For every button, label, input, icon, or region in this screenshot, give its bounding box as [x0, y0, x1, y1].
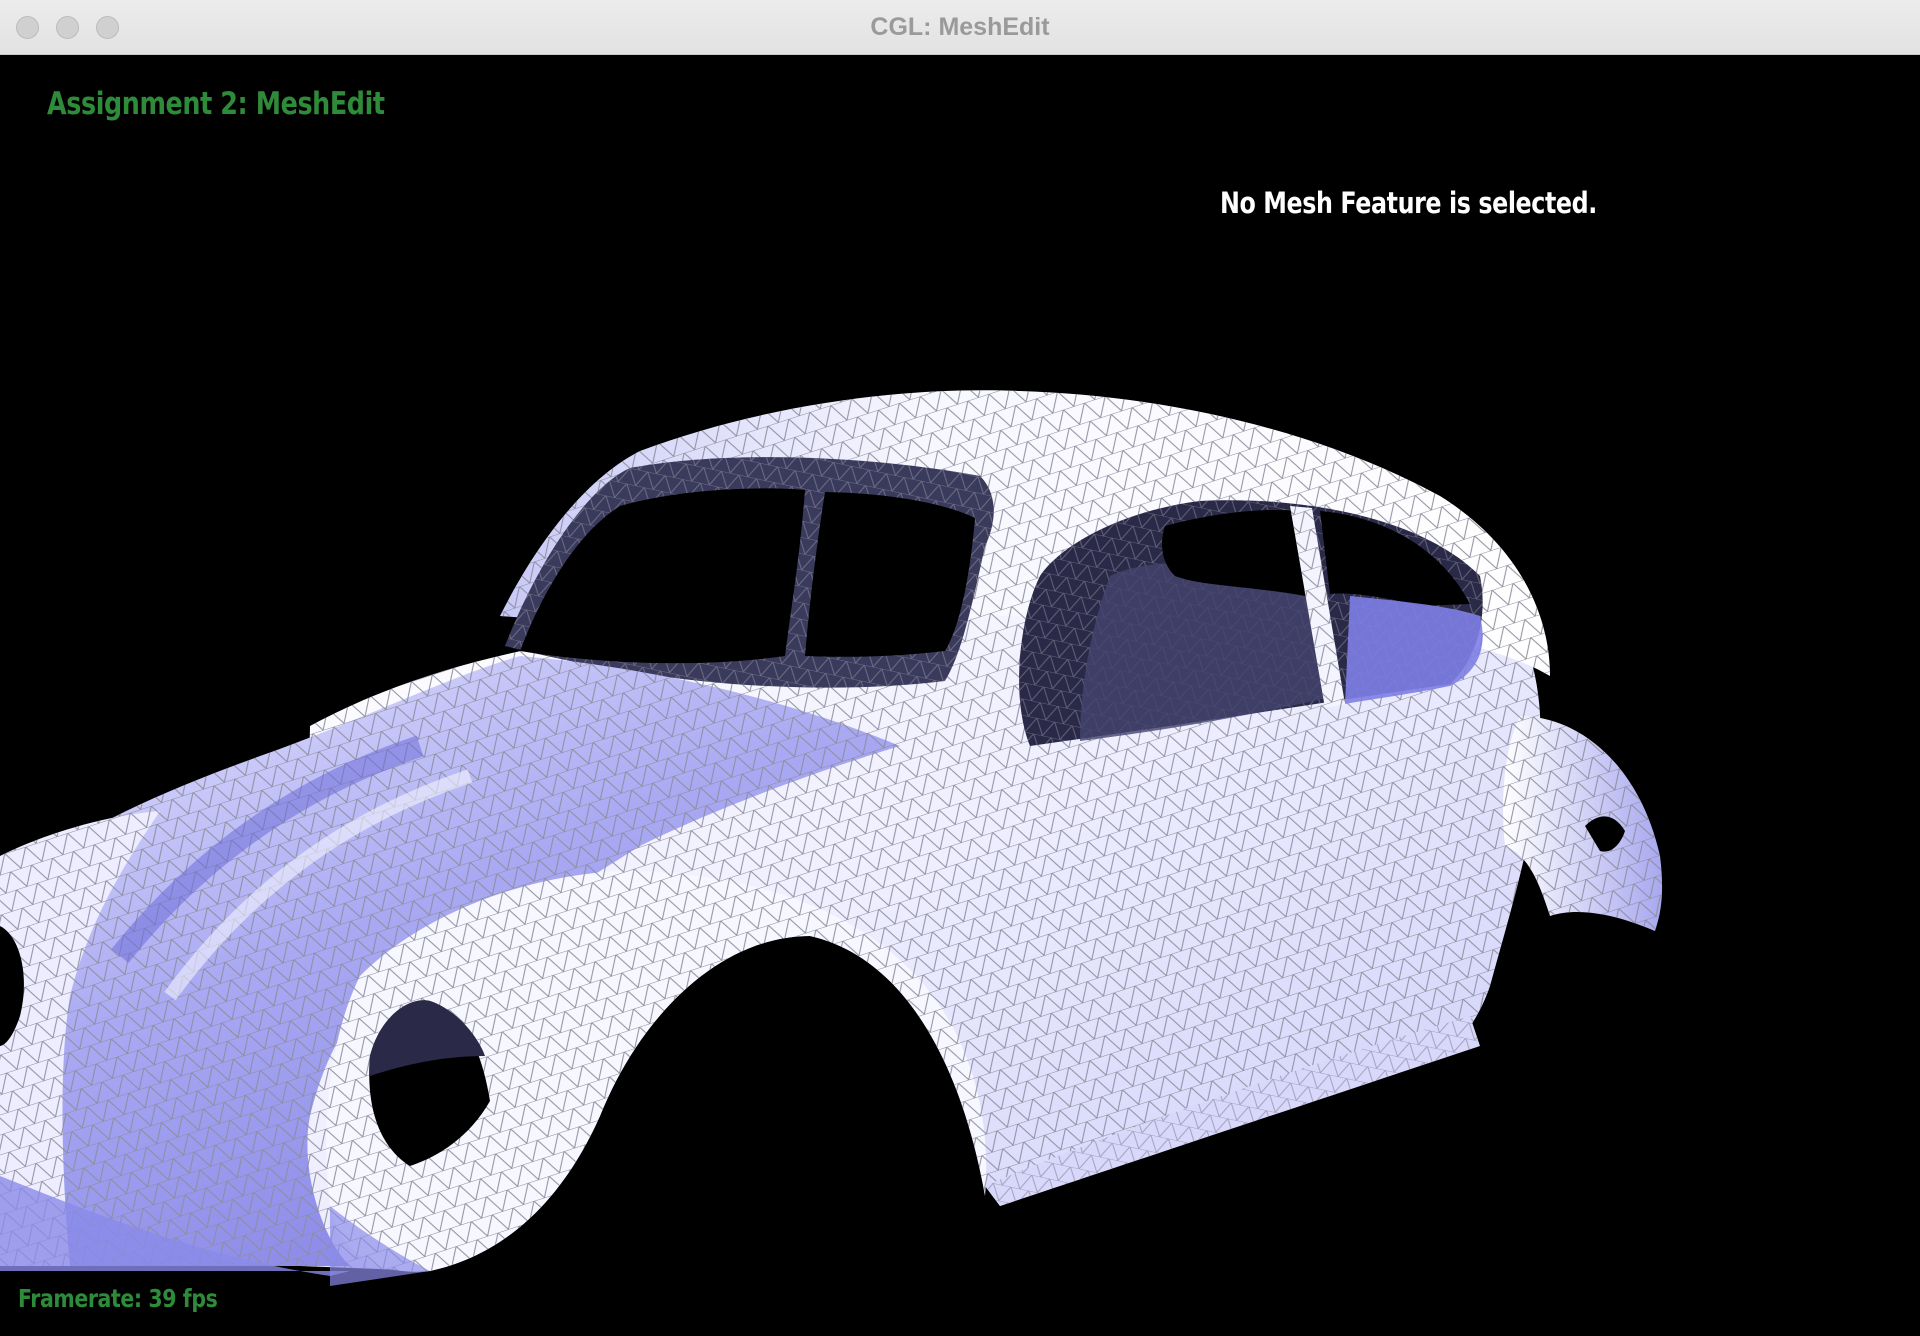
- assignment-title: Assignment 2: MeshEdit: [47, 86, 385, 122]
- render-viewport[interactable]: Assignment 2: MeshEdit No Mesh Feature i…: [0, 56, 1920, 1336]
- windshield-opening-right: [805, 492, 975, 657]
- app-window: CGL: MeshEdit Assignment 2: MeshEdit No …: [0, 0, 1920, 1336]
- windshield-opening-left: [520, 488, 805, 664]
- framerate-readout: Framerate: 39 fps: [18, 1284, 218, 1313]
- car-mesh-render[interactable]: [0, 56, 1920, 1336]
- selection-status: No Mesh Feature is selected.: [1220, 186, 1597, 220]
- window-title: CGL: MeshEdit: [870, 13, 1050, 41]
- title-bar[interactable]: CGL: MeshEdit: [0, 0, 1920, 55]
